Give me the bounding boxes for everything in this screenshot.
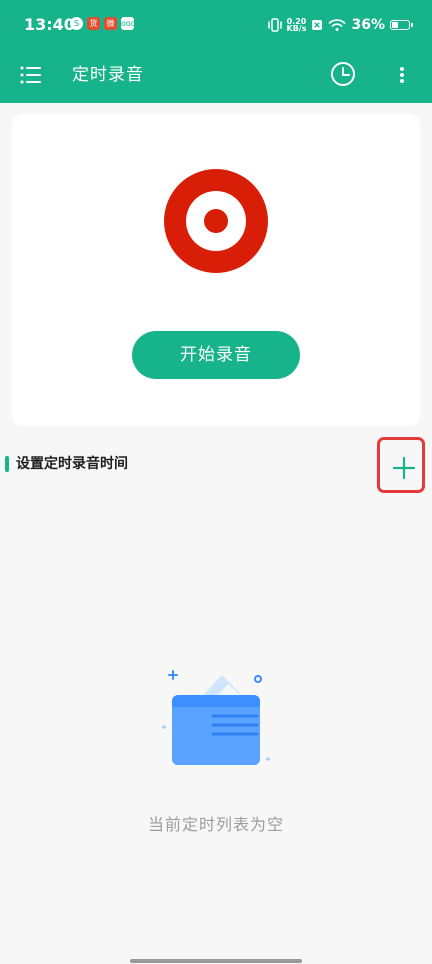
status-right-icons: 0.20 KB/s 36% (267, 15, 413, 35)
battery-level (392, 22, 398, 28)
battery-icon (390, 20, 413, 30)
battery-percent: 36% (351, 17, 385, 33)
app-header: 13:40 S 货 微 ooo 0.20 KB/s 36% 定时录音 (0, 0, 432, 103)
network-speed-unit: KB/s (286, 24, 307, 33)
schedule-section-title: 设置定时录音时间 (16, 456, 128, 472)
plus-icon (392, 456, 416, 480)
empty-folder-icon (162, 670, 270, 765)
schedule-section-header: 设置定时录音时间 (5, 453, 128, 475)
add-schedule-button[interactable] (377, 437, 425, 493)
wifi-icon (329, 19, 346, 31)
record-card: 开始录音 (12, 114, 420, 426)
page-title: 定时录音 (72, 65, 144, 85)
no-sim-icon (312, 20, 323, 30)
status-app-icons: S 货 微 ooo (70, 17, 134, 30)
network-speed: 0.20 KB/s (286, 18, 307, 33)
section-accent-marker (5, 456, 9, 472)
list-menu-icon[interactable] (20, 64, 42, 86)
green-app-icon: S (70, 17, 83, 30)
start-recording-button[interactable]: 开始录音 (132, 331, 300, 379)
home-indicator[interactable] (130, 959, 302, 963)
red-app-icon-2: 微 (104, 17, 117, 30)
red-app-icon: 货 (87, 17, 100, 30)
vibrate-icon (267, 18, 282, 32)
toolbar: 定时录音 (0, 51, 432, 101)
white-app-icon: ooo (121, 17, 134, 30)
status-bar: 13:40 S 货 微 ooo 0.20 KB/s 36% (0, 0, 432, 50)
more-vertical-icon[interactable] (394, 63, 410, 87)
empty-state-message: 当前定时列表为空 (147, 815, 284, 834)
record-target-icon[interactable] (164, 169, 268, 273)
status-time: 13:40 (24, 15, 75, 34)
clock-icon[interactable] (330, 61, 356, 87)
